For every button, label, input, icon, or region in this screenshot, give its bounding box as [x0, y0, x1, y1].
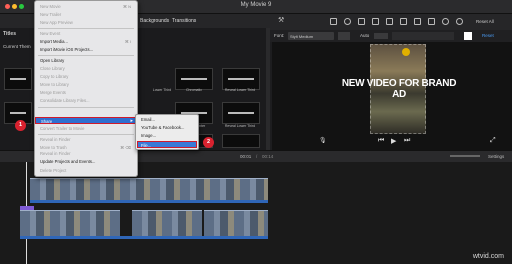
titles-heading: Titles [3, 31, 16, 37]
viewer-toolbar: ⚒ Reset All [270, 14, 512, 30]
title-font-row: Font: Stylt Medium Auto Reset [270, 30, 512, 42]
file-menu-footer: Reveal in Finder Update Projects and Eve… [34, 150, 138, 177]
share-image[interactable]: Image... [141, 133, 156, 138]
info-icon[interactable] [456, 18, 463, 25]
menu-item-consolidate-library[interactable]: Consolidate Library Files... [40, 98, 90, 103]
title-caption: Reveal Lower Third [224, 124, 256, 128]
font-label: Font: [274, 33, 285, 38]
transitions-tab[interactable]: Transitions [172, 18, 196, 24]
menu-item-convert-trailer[interactable]: Convert Trailer to Movie [40, 126, 84, 131]
menu-item-delete-project[interactable]: Delete Project [40, 168, 66, 173]
text-color-swatch[interactable] [464, 32, 472, 40]
skip-back-button[interactable]: ⏮ [378, 137, 384, 145]
step-badge-1: 1 [15, 120, 26, 131]
reset-all-button[interactable]: Reset All [476, 19, 494, 24]
title-caption: Reveal Lower Third [224, 88, 256, 92]
title-overlay-text[interactable]: NEW VIDEO FOR BRAND AD [340, 78, 458, 100]
watermark: wtvid.com [472, 253, 504, 260]
video-clip[interactable] [30, 178, 268, 200]
font-select[interactable]: Stylt Medium [288, 32, 334, 40]
share-email[interactable]: Email... [141, 117, 155, 122]
menu-item-share[interactable]: Share ▸ [35, 117, 138, 124]
menu-separator [38, 55, 134, 56]
title-thumbnail[interactable] [222, 68, 260, 90]
menu-separator [38, 28, 134, 29]
shortcut-label: ⌘ N [123, 4, 131, 9]
font-style-select[interactable] [338, 32, 350, 40]
magic-wand-icon[interactable]: ⚒ [278, 16, 285, 24]
video-clip[interactable] [132, 210, 202, 236]
auto-size-label: Auto [360, 33, 370, 38]
menu-separator [38, 134, 134, 135]
share-label: Share [41, 118, 53, 124]
menu-item-import-media[interactable]: Import Media... [40, 39, 68, 44]
color-balance-icon[interactable] [344, 18, 351, 25]
voiceover-mic-icon[interactable]: 🎙 [319, 137, 327, 144]
fullscreen-button[interactable]: ⤢ [490, 137, 496, 145]
video-clip[interactable] [20, 210, 120, 236]
reset-button[interactable]: Reset [482, 33, 494, 38]
share-file-label: File... [141, 142, 152, 148]
volume-icon[interactable] [400, 18, 407, 25]
submenu-arrow-icon: ▸ [130, 118, 133, 124]
filter-icon[interactable] [442, 18, 449, 25]
font-select-value: Stylt Medium [290, 33, 314, 39]
stabilization-icon[interactable] [386, 18, 393, 25]
zoom-slider[interactable] [450, 155, 480, 157]
step-badge-2: 2 [203, 137, 214, 148]
share-file[interactable]: File... [137, 141, 197, 148]
backgrounds-tab[interactable]: Backgrounds [140, 18, 169, 24]
menu-item-close-library[interactable]: Close Library [40, 66, 65, 71]
title-thumbnail[interactable] [222, 102, 260, 124]
current-theme-label: Current Them [3, 44, 31, 49]
speed-icon[interactable] [428, 18, 435, 25]
menu-item-move-to-library[interactable]: Move to Library [40, 82, 69, 87]
audio-waveform [30, 200, 268, 203]
menu-item-open-library[interactable]: Open Library [40, 58, 64, 63]
settings-button[interactable]: Settings [488, 154, 504, 159]
menu-item-new-movie[interactable]: New Movie [40, 4, 61, 9]
menu-item-reveal-in-finder[interactable]: Reveal in Finder [40, 137, 71, 142]
share-submenu: Email... YouTube & Facebook... Image... … [135, 114, 199, 150]
title-thumbnail[interactable] [175, 68, 213, 90]
title-caption: Chromatic [186, 88, 202, 92]
video-clip[interactable] [204, 210, 268, 236]
theme-column [0, 52, 34, 148]
scrollbar[interactable] [266, 28, 270, 150]
title-text-icon[interactable] [330, 18, 337, 25]
menu-item-new-event[interactable]: New Event [40, 31, 60, 36]
noise-reduction-icon[interactable] [414, 18, 421, 25]
menu-item-copy-to-library[interactable]: Copy to Library [40, 74, 68, 79]
title-thumbnail[interactable] [4, 68, 32, 90]
crop-icon[interactable] [372, 18, 379, 25]
current-timecode: 00:01 [240, 154, 252, 159]
menu-item-import-ios-projects[interactable]: Import iMovie iOS Projects... [40, 47, 93, 52]
menu-item-update-projects[interactable]: Update Projects and Events... [40, 159, 95, 164]
shortcut-label: ⌘ I [124, 39, 131, 44]
text-format-controls[interactable] [392, 32, 454, 40]
audio-waveform [20, 236, 268, 239]
size-field[interactable] [374, 33, 388, 39]
color-correction-icon[interactable] [358, 18, 365, 25]
timeline [0, 162, 512, 264]
menu-item-new-app-preview[interactable]: New App Preview [40, 20, 73, 25]
menu-item-merge-events[interactable]: Merge Events [40, 90, 66, 95]
play-button[interactable]: ▶ [391, 137, 396, 145]
title-thumbnail[interactable] [222, 134, 260, 148]
total-duration: 00:14 [262, 154, 274, 159]
menu-item-reveal-in-finder-3[interactable]: Reveal in Finder [40, 151, 71, 156]
skip-forward-button[interactable]: ⏭ [404, 137, 410, 145]
title-handle[interactable] [402, 48, 410, 56]
menu-item-new-trailer[interactable]: New Trailer [40, 12, 61, 17]
share-youtube-facebook[interactable]: YouTube & Facebook... [141, 125, 184, 130]
menu-separator [38, 107, 134, 108]
